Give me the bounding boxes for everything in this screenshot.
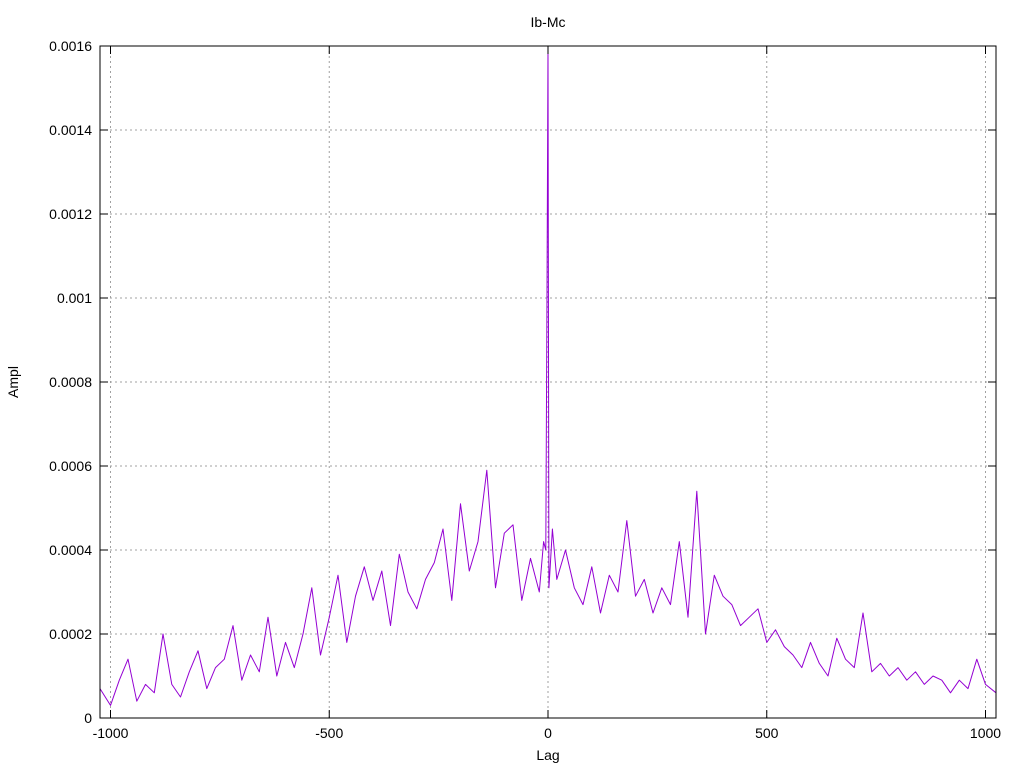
y-tick-label: 0.0014: [49, 122, 92, 138]
y-tick-label: 0.0002: [49, 626, 92, 642]
y-tick-label: 0.0016: [49, 38, 92, 54]
chart-container: 0 0.0002 0.0004 0.0006 0.0008 0.001 0.0012 0.00…: [0, 0, 1024, 768]
y-tick-label: 0.001: [57, 290, 92, 306]
x-tick-label: 0: [544, 725, 552, 741]
y-tick-label: 0: [84, 710, 92, 726]
x-tick-label: -500: [315, 725, 343, 741]
tick-layer: 0 0.0002 0.0004 0.0006 0.0008 0.001 0.0012 0.00…: [49, 38, 1001, 741]
y-axis-label: Ampl: [5, 366, 21, 398]
x-tick-label: 500: [755, 725, 779, 741]
y-tick-label: 0.0006: [49, 458, 92, 474]
y-tick-label: 0.0004: [49, 542, 92, 558]
x-axis-label: Lag: [536, 747, 559, 763]
y-tick-label: 0.0008: [49, 374, 92, 390]
x-tick-label: -1000: [93, 725, 129, 741]
chart-title: Ib-Mc: [531, 14, 566, 30]
chart-svg: 0 0.0002 0.0004 0.0006 0.0008 0.001 0.0012 0.00…: [5, 14, 1001, 763]
y-tick-label: 0.0012: [49, 206, 92, 222]
x-tick-label: 1000: [970, 725, 1001, 741]
